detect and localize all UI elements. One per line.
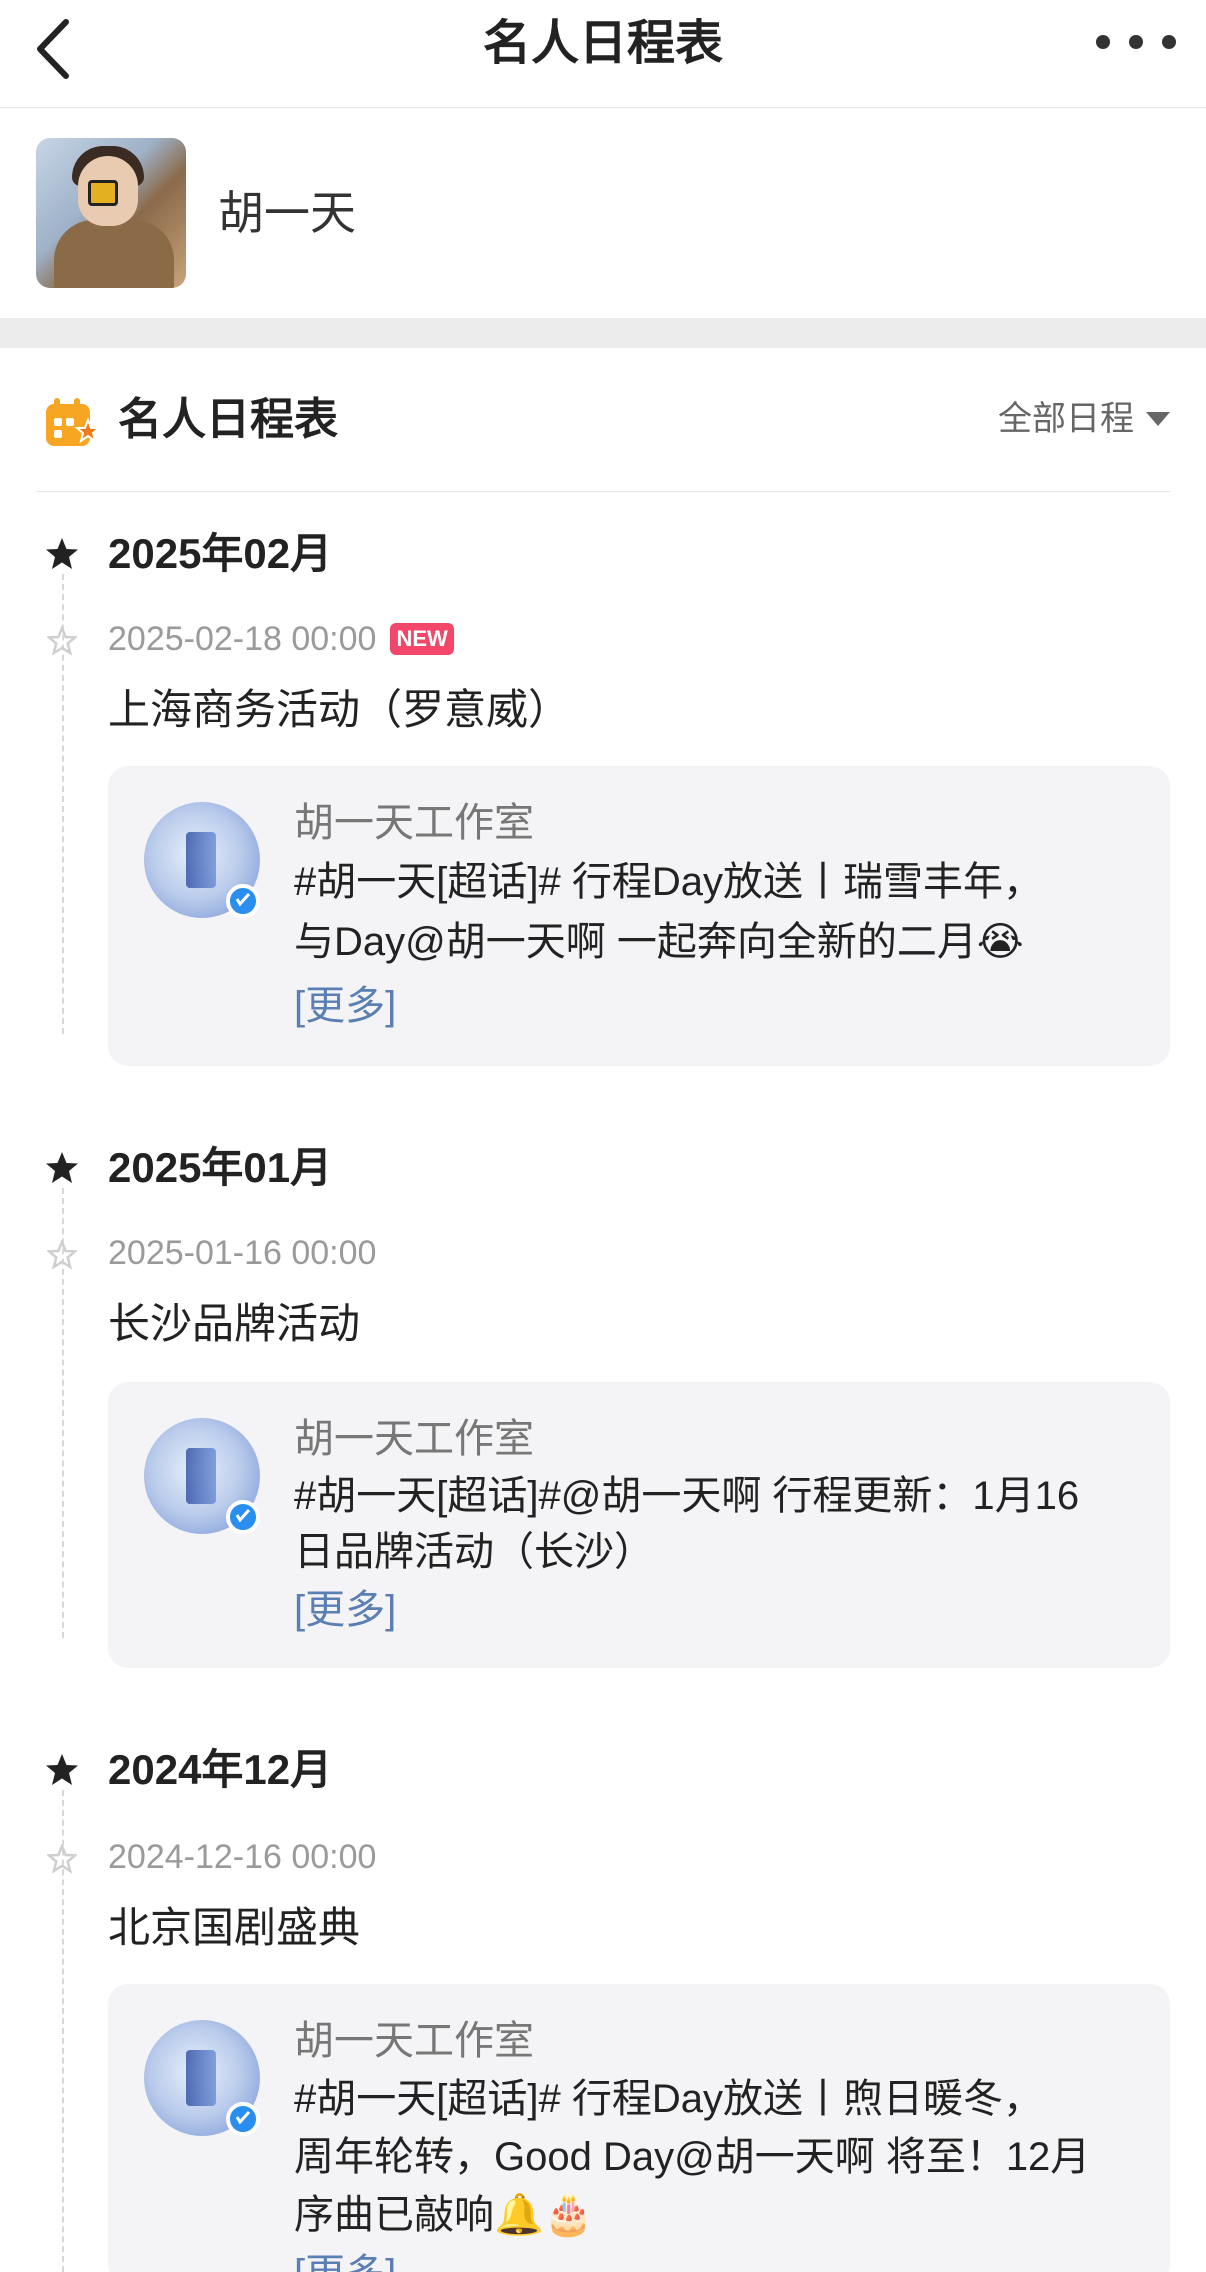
event-date: 2024-12-16 00:00 — [108, 1838, 377, 1876]
post-text: #胡一天[超话]# 行程Day放送丨瑞雪丰年， 与Day@胡一天啊 一起奔向全新… — [294, 860, 1043, 964]
more-link[interactable]: [更多] — [294, 978, 396, 1034]
month-star-icon — [46, 538, 78, 569]
verified-icon — [226, 2102, 260, 2136]
event-star-icon — [47, 1844, 77, 1874]
post-author[interactable]: 胡一天工作室 — [294, 2014, 534, 2068]
event-title[interactable]: 北京国剧盛典 — [108, 1898, 360, 1958]
top-nav-bar: 名人日程表 — [0, 0, 1206, 108]
event-datetime: 2024-12-16 00:00 — [108, 1832, 376, 1882]
event-title[interactable]: 上海商务活动（罗意威） — [108, 680, 570, 740]
month-heading: 2025年01月 — [108, 1144, 333, 1191]
section-title: 名人日程表 — [118, 395, 338, 444]
calendar-icon — [46, 398, 100, 446]
celebrity-profile[interactable]: 胡一天 — [0, 108, 1206, 318]
event-date: 2025-02-18 00:00 — [108, 620, 377, 658]
studio-avatar[interactable] — [144, 2020, 260, 2136]
post-card[interactable]: 胡一天工作室 #胡一天[超话]#@胡一天啊 行程更新：1月16 日品牌活动（长沙… — [108, 1382, 1170, 1668]
event-star-icon — [47, 626, 77, 656]
post-text: #胡一天[超话]#@胡一天啊 行程更新：1月16 日品牌活动（长沙） — [294, 1474, 1080, 1574]
event-datetime: 2025-01-16 00:00 — [108, 1228, 376, 1278]
post-text: #胡一天[超话]# 行程Day放送丨煦日暖冬， 周年轮转，Good Day@胡一… — [294, 2077, 1091, 2237]
post-card[interactable]: 胡一天工作室 #胡一天[超话]# 行程Day放送丨煦日暖冬， 周年轮转，Good… — [108, 1984, 1170, 2272]
event-star-icon — [47, 1240, 77, 1270]
celebrity-name: 胡一天 — [218, 187, 356, 239]
month-heading: 2025年02月 — [108, 530, 333, 577]
studio-avatar[interactable] — [144, 1418, 260, 1534]
more-link[interactable]: [更多] — [294, 1582, 396, 1638]
more-link[interactable]: [更多] — [294, 2246, 396, 2272]
page-title: 名人日程表 — [482, 17, 723, 70]
verified-icon — [226, 884, 260, 918]
caret-down-icon — [1146, 412, 1170, 426]
studio-avatar[interactable] — [144, 802, 260, 918]
new-badge: NEW — [390, 623, 454, 655]
event-date: 2025-01-16 00:00 — [108, 1234, 377, 1272]
month-heading: 2024年12月 — [108, 1746, 333, 1793]
section-divider — [0, 318, 1206, 348]
schedule-filter-dropdown[interactable]: 全部日程 — [998, 394, 1170, 444]
event-title[interactable]: 长沙品牌活动 — [108, 1294, 360, 1354]
more-options-icon[interactable] — [1096, 22, 1176, 62]
month-star-icon — [46, 1152, 78, 1183]
filter-label: 全部日程 — [998, 400, 1134, 438]
post-card[interactable]: 胡一天工作室 #胡一天[超话]# 行程Day放送丨瑞雪丰年， 与Day@胡一天啊… — [108, 766, 1170, 1066]
avatar[interactable] — [36, 138, 186, 288]
month-star-icon — [46, 1754, 78, 1785]
post-author[interactable]: 胡一天工作室 — [294, 1412, 534, 1466]
event-datetime: 2025-02-18 00:00 NEW — [108, 614, 454, 664]
schedule-header: 名人日程表 全部日程 — [36, 348, 1170, 492]
verified-icon — [226, 1500, 260, 1534]
post-author[interactable]: 胡一天工作室 — [294, 796, 534, 850]
